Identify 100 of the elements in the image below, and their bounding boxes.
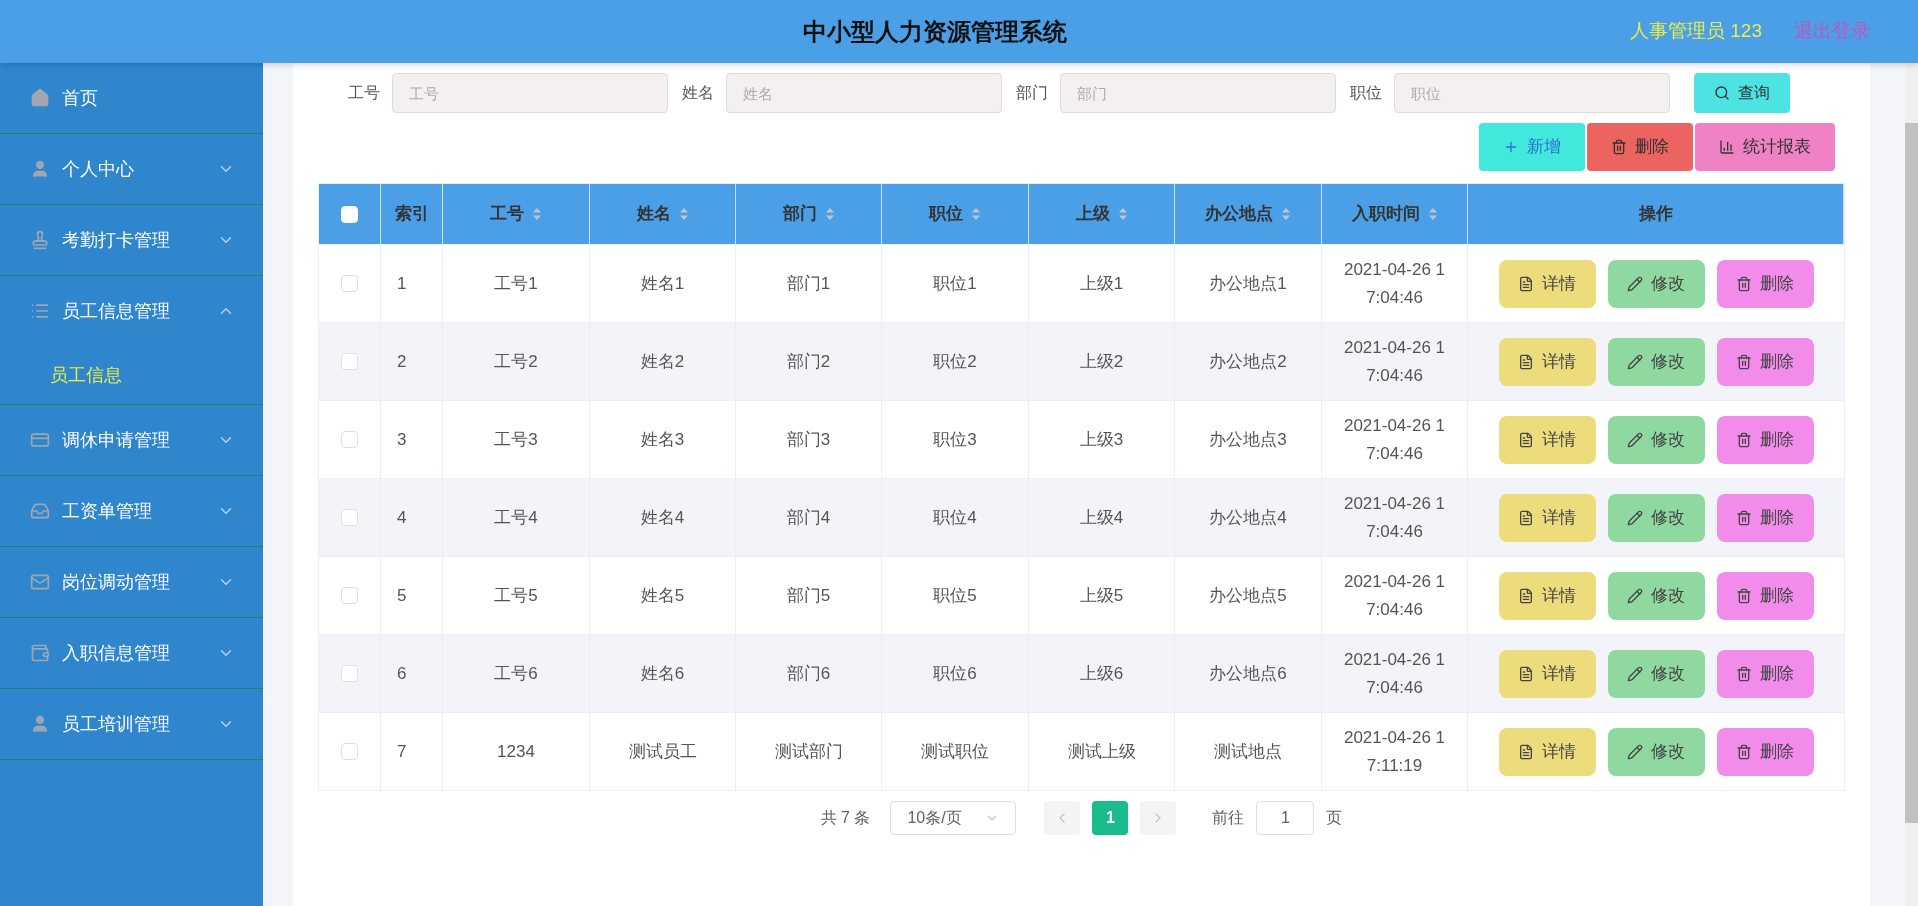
- edit-button[interactable]: 修改: [1607, 259, 1705, 308]
- table-cell-text: 职位5: [933, 584, 977, 607]
- delete-button[interactable]: 删除: [1716, 259, 1814, 308]
- sidebar-item[interactable]: 个人中心: [0, 134, 263, 204]
- sort-icon[interactable]: [1117, 207, 1128, 221]
- page-button[interactable]: 1: [1092, 801, 1129, 835]
- sidebar-item[interactable]: 员工培训管理: [0, 689, 263, 759]
- detail-button[interactable]: 详情: [1498, 493, 1596, 542]
- sidebar-item[interactable]: 考勤打卡管理: [0, 205, 263, 275]
- edit-button[interactable]: 修改: [1607, 727, 1705, 776]
- trash-icon: [1736, 509, 1752, 526]
- checkbox[interactable]: [341, 665, 358, 682]
- user-icon: [30, 159, 50, 179]
- sidebar-item[interactable]: 首页: [0, 63, 263, 133]
- table-cell-text: 上级5: [1079, 584, 1124, 607]
- field-label: 姓名: [682, 83, 714, 103]
- checkbox[interactable]: [341, 431, 358, 448]
- document-icon: [1518, 665, 1534, 682]
- delete-button[interactable]: 删除: [1716, 415, 1814, 464]
- table-cell-text: 办公地点5: [1209, 584, 1287, 607]
- table-cell-text: 职位2: [933, 350, 977, 373]
- edit-button[interactable]: 修改: [1607, 493, 1705, 542]
- search-field[interactable]: 姓名: [726, 73, 1002, 113]
- detail-button[interactable]: 详情: [1498, 259, 1596, 308]
- delete-button[interactable]: 删除: [1716, 493, 1814, 542]
- document-icon: [1518, 353, 1534, 370]
- table-cell-text: 职位6: [933, 662, 977, 685]
- sidebar-item[interactable]: 工资单管理: [0, 476, 263, 546]
- search-field[interactable]: 部门: [1060, 73, 1336, 113]
- scrollbar-thumb[interactable]: [1905, 123, 1918, 823]
- sort-icon[interactable]: [1281, 207, 1291, 221]
- table-cell-text: 1234: [497, 740, 535, 763]
- search-field[interactable]: 职位: [1394, 73, 1670, 113]
- wallet-icon: [30, 643, 50, 663]
- sidebar-item[interactable]: 入职信息管理: [0, 618, 263, 688]
- table-cell-text: 部门1: [786, 272, 831, 295]
- pencil-icon: [1627, 353, 1643, 370]
- table-cell-text: 上级4: [1079, 506, 1124, 529]
- trash-icon: [1736, 743, 1752, 760]
- table-cell-text: 2: [397, 350, 407, 373]
- table-cell-text: 上级3: [1079, 428, 1124, 451]
- submenu-item[interactable]: 员工信息: [0, 346, 263, 404]
- table-cell-text: 上级6: [1079, 662, 1124, 685]
- table-cell-text: 职位4: [933, 506, 977, 529]
- search-button[interactable]: 查询: [1694, 73, 1790, 113]
- home-icon: [30, 88, 50, 108]
- checkbox[interactable]: [341, 743, 358, 760]
- document-icon: [1518, 743, 1534, 760]
- field-label: 职位: [1350, 83, 1382, 103]
- sidebar-item[interactable]: 岗位调动管理: [0, 547, 263, 617]
- sort-icon[interactable]: [971, 207, 981, 221]
- detail-button[interactable]: 详情: [1498, 649, 1596, 698]
- sort-icon[interactable]: [1427, 207, 1438, 221]
- page-input[interactable]: 1: [1256, 801, 1315, 835]
- table-cell-text: 部门3: [786, 428, 831, 451]
- edit-button[interactable]: 修改: [1607, 649, 1705, 698]
- table-cell-text: 4: [397, 506, 407, 529]
- table-cell-text: 2021-04-26 17:04:46: [1342, 336, 1447, 387]
- checkbox[interactable]: [341, 587, 358, 604]
- detail-button[interactable]: 详情: [1498, 337, 1596, 386]
- stamp-icon: [30, 230, 50, 250]
- edit-button[interactable]: 修改: [1607, 415, 1705, 464]
- detail-button[interactable]: 详情: [1498, 727, 1596, 776]
- edit-button[interactable]: 修改: [1607, 571, 1705, 620]
- sort-icon[interactable]: [824, 207, 835, 221]
- sort-icon[interactable]: [532, 207, 542, 221]
- app-title: 中小型人力资源管理系统: [803, 16, 1067, 47]
- table-cell-text: 办公地点6: [1209, 662, 1287, 685]
- delete-button[interactable]: 删除: [1716, 649, 1814, 698]
- sidebar-item[interactable]: 员工信息管理: [0, 276, 263, 346]
- table-cell-text: 2021-04-26 17:04:46: [1342, 492, 1447, 543]
- table-cell-text: 7: [397, 740, 407, 763]
- delete-button[interactable]: 删除: [1587, 123, 1693, 171]
- search-field[interactable]: 工号: [392, 73, 668, 113]
- delete-button[interactable]: 删除: [1716, 571, 1814, 620]
- sidebar-item[interactable]: 调休申请管理: [0, 405, 263, 475]
- sort-icon[interactable]: [678, 207, 689, 221]
- trash-icon: [1736, 275, 1752, 292]
- table-cell-text: 测试员工: [628, 740, 697, 763]
- checkbox[interactable]: [341, 353, 358, 370]
- add-button[interactable]: 新增: [1479, 123, 1585, 171]
- checkbox[interactable]: [341, 509, 358, 526]
- detail-button[interactable]: 详情: [1498, 571, 1596, 620]
- edit-button[interactable]: 修改: [1607, 337, 1705, 386]
- pencil-icon: [1627, 275, 1643, 292]
- checkbox[interactable]: [341, 275, 358, 292]
- list-icon: [30, 301, 50, 321]
- report-button[interactable]: 统计报表: [1695, 123, 1835, 171]
- table-cell-text: 姓名2: [640, 350, 685, 373]
- table-cell-text: 2021-04-26 17:04:46: [1342, 648, 1447, 699]
- delete-button[interactable]: 删除: [1716, 727, 1814, 776]
- trash-icon: [1611, 139, 1627, 155]
- delete-button[interactable]: 删除: [1716, 337, 1814, 386]
- detail-button[interactable]: 详情: [1498, 415, 1596, 464]
- table-cell-text: 5: [397, 584, 407, 607]
- page-size-select[interactable]: 10条/页: [890, 801, 1017, 835]
- table-cell-text: 上级1: [1079, 272, 1124, 295]
- field-label: 工号: [348, 83, 380, 103]
- trash-icon: [1736, 587, 1752, 604]
- trash-icon: [1736, 353, 1752, 370]
